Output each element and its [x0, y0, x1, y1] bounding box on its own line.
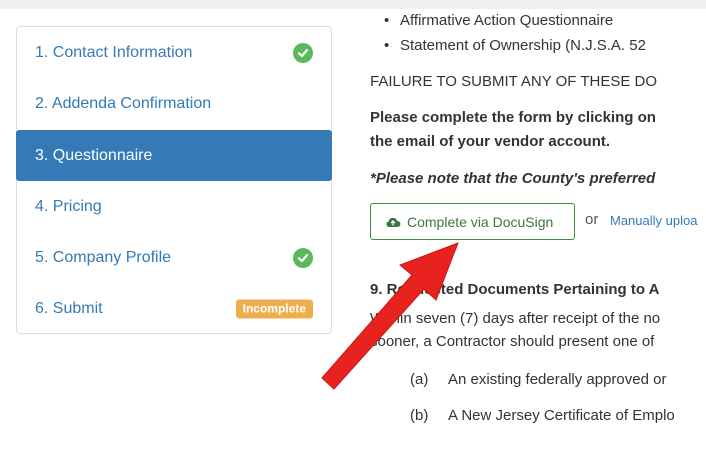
step-label: 2. Addenda Confirmation — [35, 94, 212, 112]
step-submit[interactable]: 6. Submit Incomplete — [17, 283, 331, 334]
check-circle-icon — [293, 247, 313, 268]
list-item: Affirmative Action Questionnaire — [384, 12, 613, 29]
step-label: 5. Company Profile — [35, 248, 172, 266]
wizard-steps-sidebar: 1. Contact Information 2. Addenda Confir… — [16, 26, 332, 334]
item-text: A New Jersey Certificate of Emplo — [448, 407, 675, 424]
county-note: *Please note that the County's preferred — [370, 170, 656, 187]
or-text: or — [585, 211, 599, 228]
incomplete-badge: Incomplete — [235, 299, 313, 318]
check-circle-icon — [293, 42, 313, 63]
item-label: (a) — [410, 371, 429, 388]
step-pricing[interactable]: 4. Pricing — [17, 181, 331, 232]
manually-upload-link[interactable]: Manually uploa — [610, 213, 697, 228]
docusign-button-label: Complete via DocuSign — [407, 213, 554, 230]
list-item: (a) An existing federally approved or — [410, 371, 666, 388]
step-label: 3. Questionnaire — [35, 146, 153, 164]
step-label: 6. Submit — [35, 299, 103, 317]
item-text: An existing federally approved or — [448, 371, 667, 388]
complete-via-docusign-button[interactable]: Complete via DocuSign — [370, 203, 575, 240]
step-label: 4. Pricing — [35, 197, 102, 215]
list-item: Statement of Ownership (N.J.S.A. 52 — [384, 37, 646, 54]
cloud-upload-icon — [386, 217, 401, 227]
step-addenda-confirmation[interactable]: 2. Addenda Confirmation — [17, 78, 331, 129]
step-questionnaire[interactable]: 3. Questionnaire — [16, 130, 332, 181]
section-text: Within seven (7) days after receipt of t… — [370, 310, 661, 327]
questionnaire-content: Affirmative Action Questionnaire Stateme… — [370, 0, 706, 454]
item-label: (b) — [410, 407, 429, 424]
step-contact-information[interactable]: 1. Contact Information — [17, 27, 331, 78]
section-text: sooner, a Contractor should present one … — [370, 333, 655, 350]
section-heading: 9. Requested Documents Pertaining to A — [370, 281, 660, 298]
instruction-text: Please complete the form by clicking on — [370, 109, 656, 126]
failure-warning: FAILURE TO SUBMIT ANY OF THESE DO — [370, 73, 658, 90]
step-company-profile[interactable]: 5. Company Profile — [17, 232, 331, 283]
list-item: (b) A New Jersey Certificate of Emplo — [410, 407, 675, 424]
step-label: 1. Contact Information — [35, 43, 193, 61]
instruction-text: the email of your vendor account. — [370, 133, 611, 150]
